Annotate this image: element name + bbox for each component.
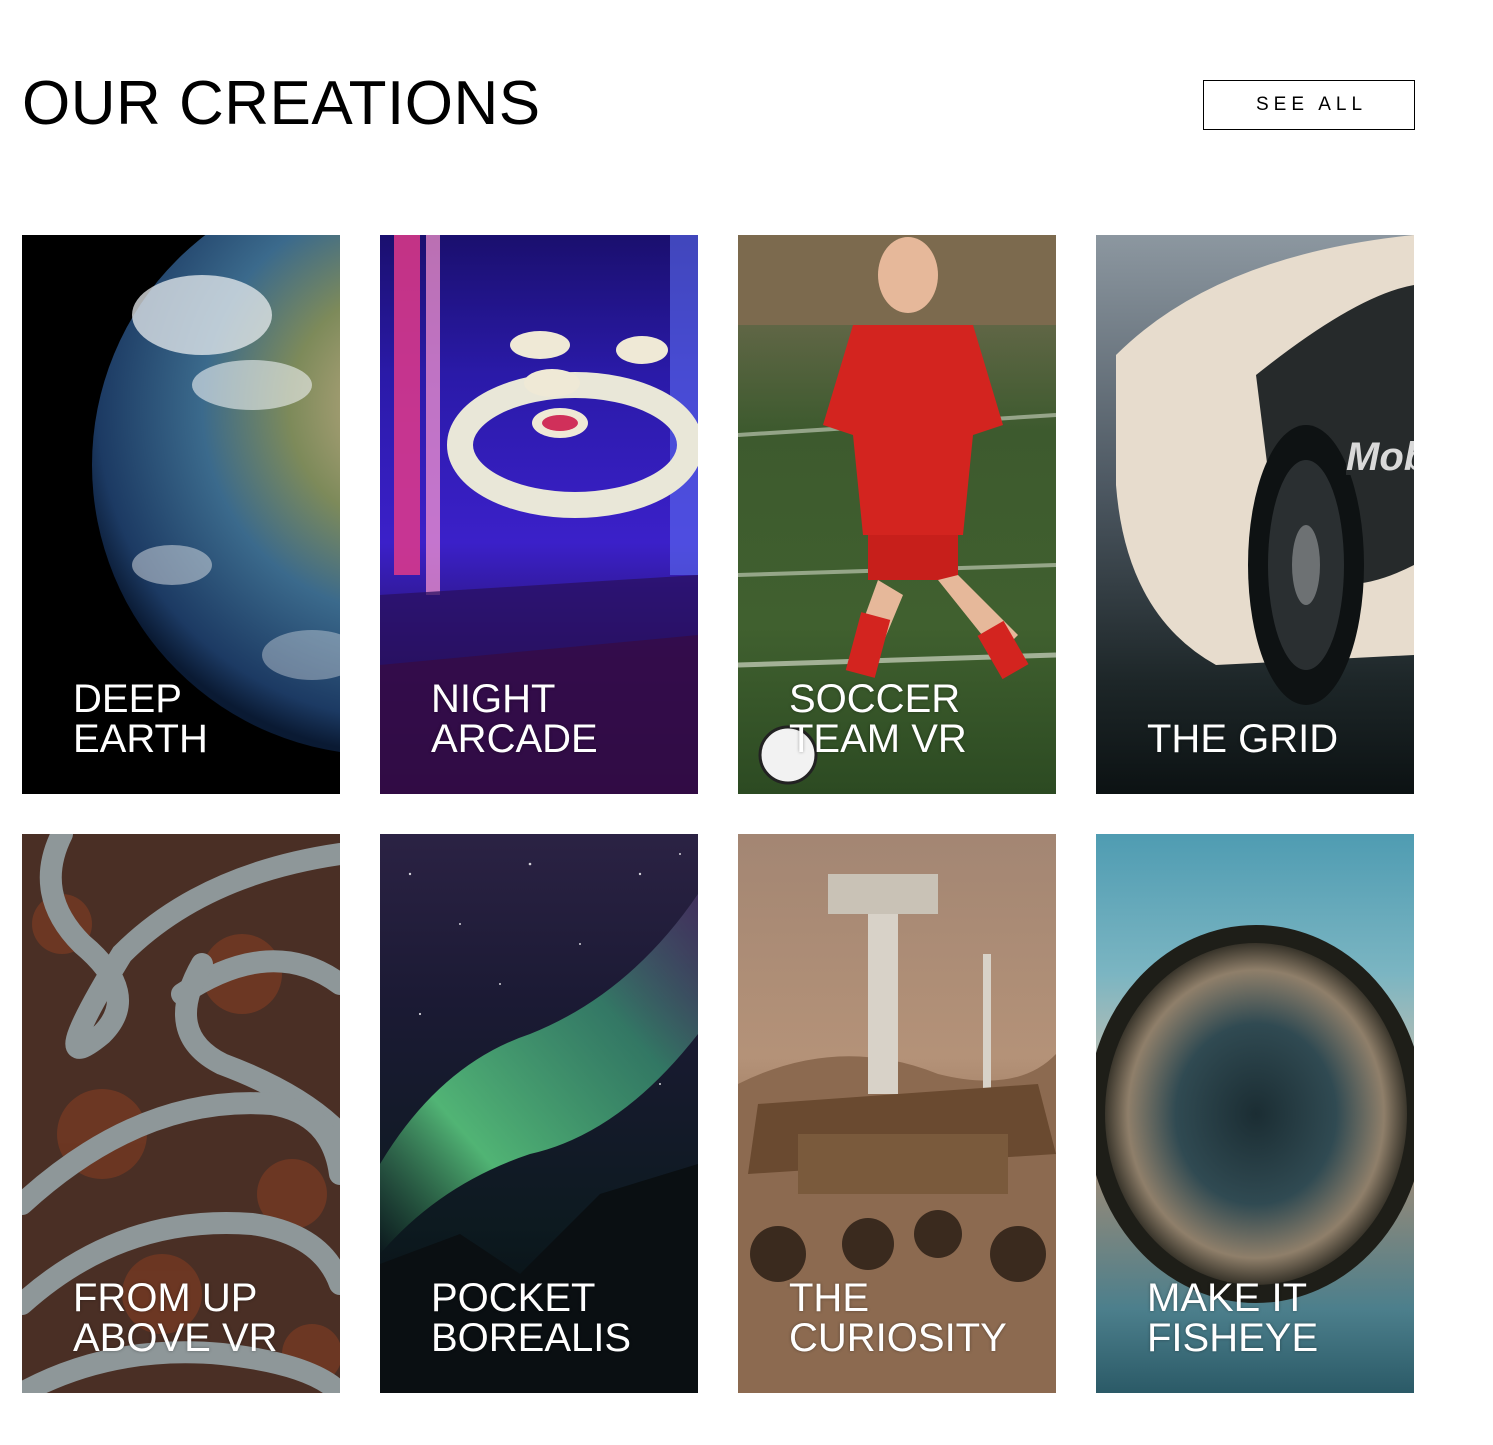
card-pocket-borealis[interactable]: POCKET BOREALIS [380, 834, 698, 1393]
card-title: NIGHT ARCADE [431, 677, 598, 761]
race-car-image: Mob [1116, 235, 1414, 705]
card-soccer-team-vr[interactable]: SOCCER TEAM VR [738, 235, 1056, 794]
card-the-grid[interactable]: Mob THE GRID [1096, 235, 1414, 794]
card-title: THE CURIOSITY [789, 1276, 1007, 1360]
card-make-it-fisheye[interactable]: MAKE IT FISHEYE [1096, 834, 1414, 1393]
see-all-button[interactable]: SEE ALL [1203, 80, 1415, 130]
card-deep-earth[interactable]: DEEP EARTH [22, 235, 340, 794]
card-the-curiosity[interactable]: THE CURIOSITY [738, 834, 1056, 1393]
card-title: SOCCER TEAM VR [789, 677, 967, 761]
card-title: THE GRID [1147, 717, 1339, 761]
card-title: DEEP EARTH [73, 677, 208, 761]
card-title: FROM UP ABOVE VR [73, 1276, 278, 1360]
card-title: MAKE IT FISHEYE [1147, 1276, 1319, 1360]
card-from-up-above-vr[interactable]: FROM UP ABOVE VR [22, 834, 340, 1393]
card-night-arcade[interactable]: NIGHT ARCADE [380, 235, 698, 794]
svg-text:Mob: Mob [1346, 435, 1414, 479]
card-title: POCKET BOREALIS [431, 1276, 632, 1360]
section-title: OUR CREATIONS [22, 69, 541, 138]
